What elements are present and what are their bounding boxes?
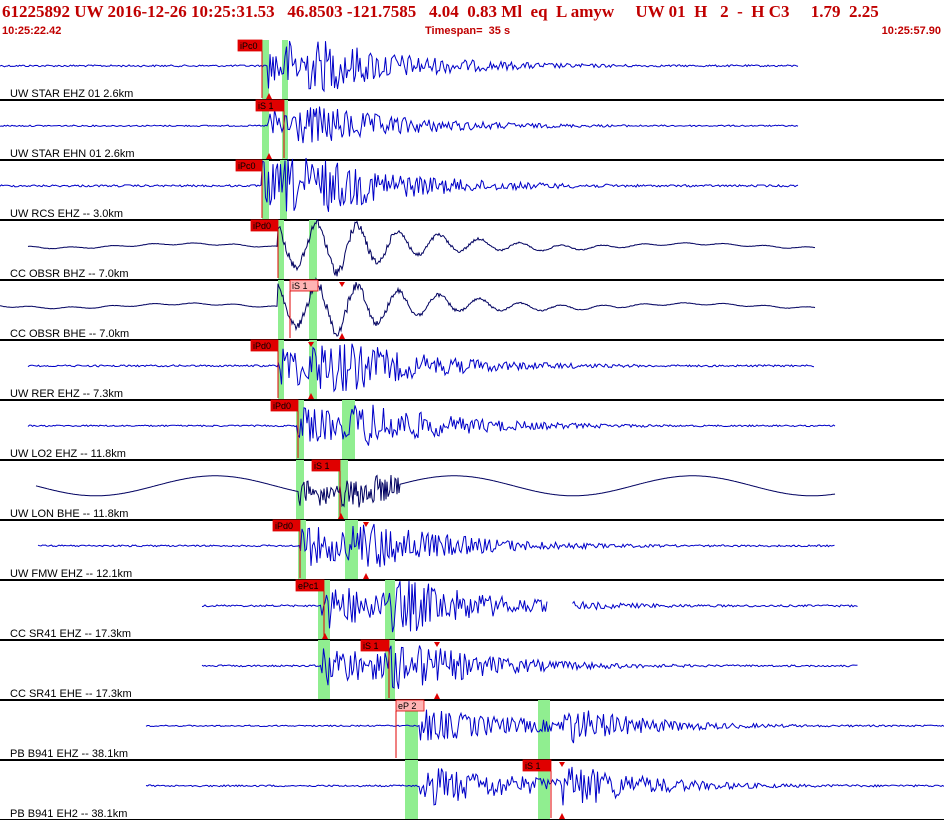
start-time: 10:25:22.42 [2,25,62,37]
phase-window [345,520,358,580]
channel-trace-13[interactable]: iS 1 PB B941 EH2 -- 38.1km [10,759,944,820]
channel-trace-9[interactable]: iPd0 UW FMW EHZ -- 12.1km [10,519,835,580]
timespan-label: Timespan= 35 s [425,25,511,37]
channel-trace-10[interactable]: ePc1 CC SR41 EHZ -- 17.3km [10,579,858,640]
waveform [27,218,816,277]
pick-label: iPd0 [275,521,293,531]
channel-label: UW LO2 EHZ -- 11.8km [10,448,126,460]
channel-label: UW STAR EHN 01 2.6km [10,148,135,160]
channel-trace-11[interactable]: iS 1 CC SR41 EHE -- 17.3km [10,639,858,700]
pick-label: iS 1 [363,641,379,651]
pick-label: iPc0 [238,161,256,171]
triangle-up-icon [339,333,345,339]
waveform [0,40,799,93]
channel-label: PB B941 EH2 -- 38.1km [10,808,127,820]
pick-label: iS 1 [314,461,330,471]
triangle-down-icon [559,762,565,767]
channel-label: CC OBSR BHZ -- 7.0km [10,268,129,280]
channel-label: UW RER EHZ -- 7.3km [10,388,123,400]
pick-label: iS 1 [292,281,308,291]
waveform [201,645,858,689]
waveform [35,474,836,508]
event-header: 61225892 UW 2016-12-26 10:25:31.53 46.85… [0,0,944,38]
event-summary-title: 61225892 UW 2016-12-26 10:25:31.53 46.85… [2,2,879,21]
phase-window [385,580,395,640]
channel-label: UW RCS EHZ -- 3.0km [10,208,123,220]
triangle-up-icon [559,813,565,819]
channel-trace-7[interactable]: iPd0 UW LO2 EHZ -- 11.8km [10,399,836,460]
channel-label: CC SR41 EHE -- 17.3km [10,688,132,700]
pick-label: iPd0 [253,341,271,351]
seismogram-panel[interactable]: iPc0 UW STAR EHZ 01 2.6km iS 1 UW STAR EHN … [0,38,944,820]
pick-label: iS 1 [525,761,541,771]
triangle-up-icon [434,693,440,699]
channel-trace-5[interactable]: iS 1 CC OBSR BHE -- 7.0km [0,277,816,340]
channel-label: UW LON BHE -- 11.8km [10,508,128,520]
pick-label: iS 1 [258,101,274,111]
waveform [0,157,799,212]
triangle-down-icon [339,282,345,287]
channel-label: UW FMW EHZ -- 12.1km [10,568,132,580]
pick-label: iPc0 [240,41,258,51]
end-time: 10:25:57.90 [881,25,941,37]
waveform [37,523,835,568]
channel-label: CC OBSR BHE -- 7.0km [10,328,129,340]
channel-label: UW STAR EHZ 01 2.6km [10,88,133,100]
channel-trace-3[interactable]: iPc0 UW RCS EHZ -- 3.0km [0,157,799,220]
waveform [27,343,815,393]
triangle-up-icon [363,573,369,579]
pick-label: iPd0 [273,401,291,411]
waveform [0,106,799,144]
phase-window [296,460,304,520]
triangle-down-icon [434,642,440,647]
channel-trace-4[interactable]: iPd0 CC OBSR BHZ -- 7.0km [10,218,816,280]
channel-trace-8[interactable]: iS 1 UW LON BHE -- 11.8km [10,459,836,520]
channel-trace-12[interactable]: eP 2 PB B941 EHZ -- 38.1km [10,699,944,760]
phase-window [342,400,355,460]
channel-trace-1[interactable]: iPc0 UW STAR EHZ 01 2.6km [0,39,799,100]
phase-window [278,280,284,340]
channel-trace-6[interactable]: iPd0 UW RER EHZ -- 7.3km [10,339,815,400]
pick-label: eP 2 [398,701,416,711]
pick-label: ePc1 [298,581,319,591]
channel-trace-2[interactable]: iS 1 UW STAR EHN 01 2.6km [0,99,799,160]
channel-label: CC SR41 EHZ -- 17.3km [10,628,131,640]
pick-label: iPd0 [253,221,271,231]
waveform [27,404,836,446]
phase-window [262,40,269,100]
channel-label: PB B941 EHZ -- 38.1km [10,748,128,760]
phase-window [405,760,418,820]
